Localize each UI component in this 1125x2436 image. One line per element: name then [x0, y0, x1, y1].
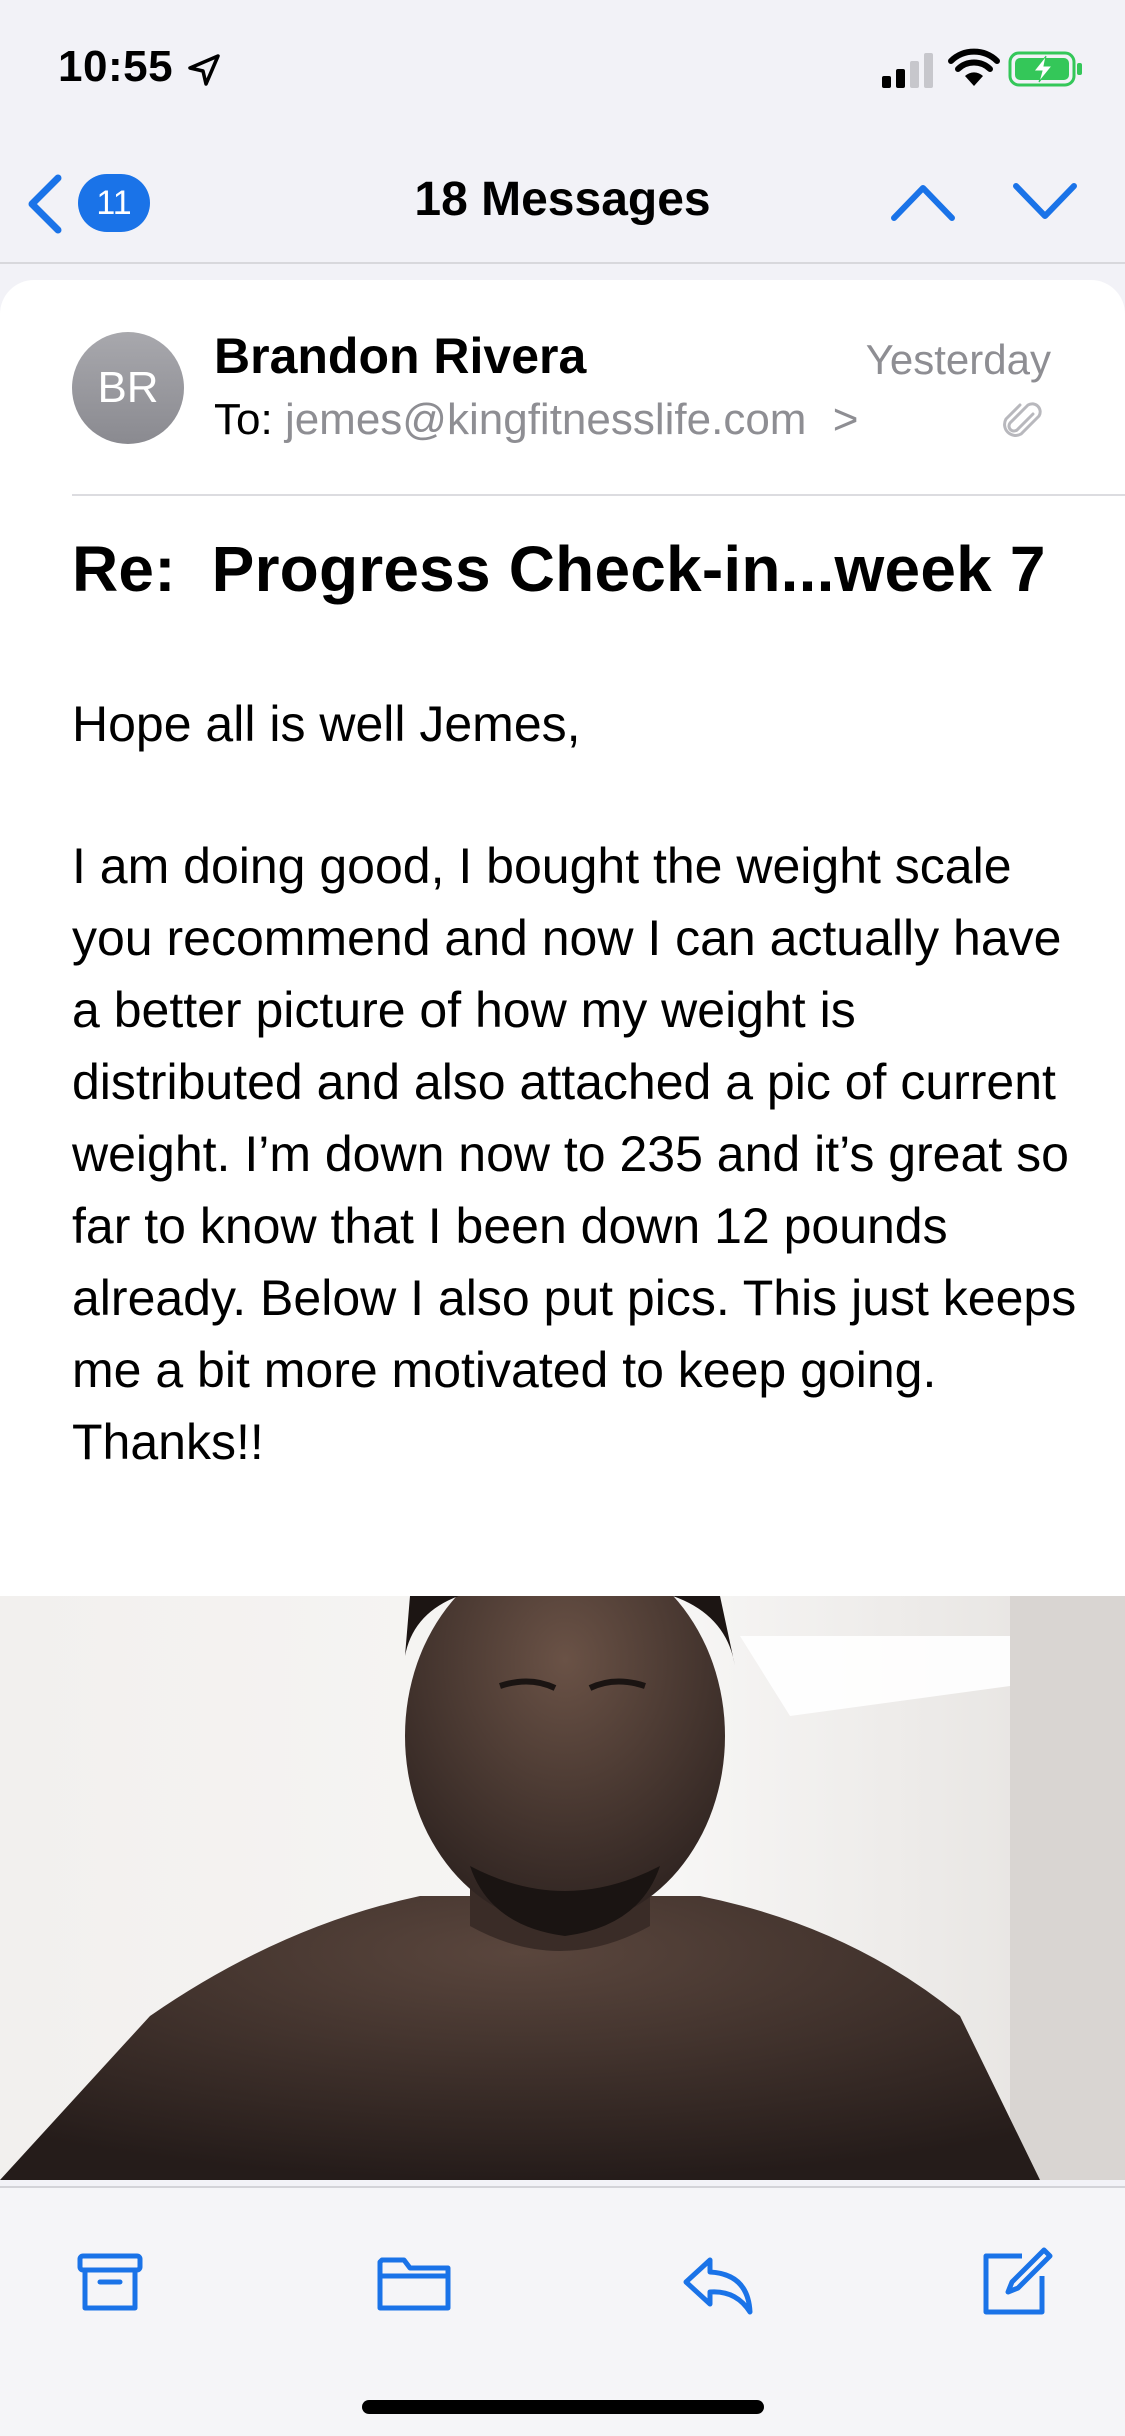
archive-icon[interactable] [70, 2242, 150, 2322]
location-arrow-icon [188, 54, 220, 86]
header-divider [72, 494, 1125, 496]
wifi-icon [948, 48, 1000, 86]
message-date: Yesterday [865, 336, 1051, 383]
recipient-line[interactable]: To: jemes@kingfitnesslife.com > [214, 390, 858, 450]
next-message-button[interactable] [1010, 172, 1080, 232]
recipient-address[interactable]: jemes@kingfitnesslife.com [285, 395, 807, 444]
message-body: I am doing good, I bought the weight sca… [72, 838, 1077, 1470]
status-bar: 10:55 [0, 0, 1125, 132]
message-subject: Re: Progress Check-in...week 7 [72, 533, 1046, 605]
chevron-right-icon: > [832, 395, 859, 444]
photo-image [0, 1596, 1125, 2180]
paperclip-icon [1003, 402, 1042, 437]
mail-screen: 10:55 11 18 Messages BR Brandon Rivera Y… [0, 0, 1125, 2436]
home-indicator[interactable] [362, 2400, 764, 2414]
compose-icon[interactable] [976, 2242, 1056, 2322]
previous-message-button[interactable] [888, 172, 958, 232]
reply-icon[interactable] [678, 2242, 758, 2322]
to-label: To: [214, 395, 273, 444]
cellular-signal-icon [882, 53, 933, 88]
navigation-bar: 11 18 Messages [0, 132, 1125, 264]
bottom-toolbar [0, 2186, 1125, 2436]
folder-icon[interactable] [374, 2242, 454, 2322]
message-card: BR Brandon Rivera Yesterday To: jemes@ki… [0, 280, 1125, 2180]
avatar[interactable]: BR [72, 332, 184, 444]
sender-name[interactable]: Brandon Rivera [214, 324, 586, 388]
attached-photo[interactable] [0, 1596, 1125, 2180]
status-time: 10:55 [58, 42, 174, 91]
battery-charging-icon [1008, 51, 1082, 87]
message-greeting: Hope all is well Jemes, [72, 696, 581, 752]
